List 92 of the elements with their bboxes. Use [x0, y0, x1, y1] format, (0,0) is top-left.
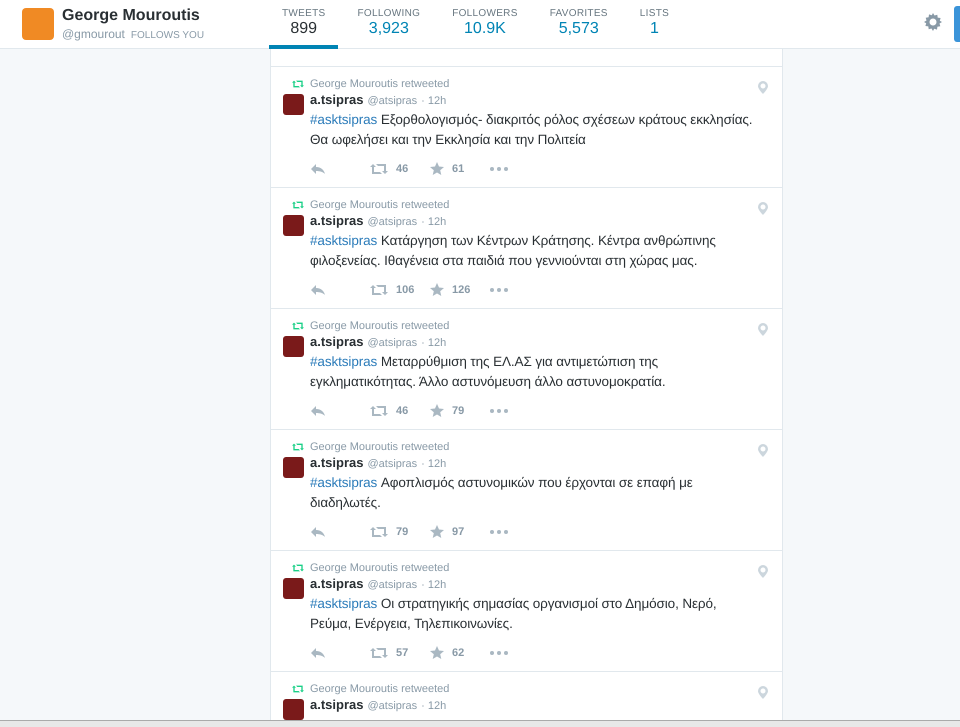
star-icon[interactable]: [430, 404, 444, 417]
hashtag-link[interactable]: #asktsipras: [310, 233, 378, 248]
tweet-time: · 12h: [421, 579, 446, 591]
stat-tab[interactable]: FOLLOWING 3,923: [344, 0, 434, 49]
hashtag-link[interactable]: #asktsipras: [310, 475, 378, 490]
tweet-text: #asktsipras Κατάργηση των Κέντρων Κράτησης. Κέντρα ανθρώπινης φιλοξενείας. Ιθαγένεια στα παιδιά που γεννιούνται στη χώρας μας.: [310, 232, 717, 270]
author-avatar[interactable]: [283, 457, 304, 478]
favorite-count: 62: [452, 646, 464, 658]
profile-handle: @gmourout: [62, 27, 125, 41]
retweet-icon[interactable]: [370, 162, 388, 174]
tweet-text: #asktsipras Μεταρρύθμιση της ΕΛ.ΑΣ για αντιμετώπιση της εγκληματικότητας. Άλλο αστυνόμευση άλλο αστυνομοκρατία.: [310, 353, 666, 391]
favorite-count: 79: [452, 404, 464, 416]
tweet-text: #asktsipras Εξορθολογισμός- διακριτός ρόλος σχέσεων κράτους εκκλησίας. Θα ωφελήσει και την Εκκλησία και την Πολιτεία: [310, 111, 754, 149]
hashtag-link[interactable]: #asktsipras: [310, 354, 378, 369]
avatar: [22, 8, 54, 40]
tweet-time: · 12h: [421, 337, 446, 349]
tweet-text: #asktsipras Αφοπλισμός αστυνομικών που έρχονται σε επαφή με διαδηλωτές.: [310, 474, 694, 512]
location-pin-icon[interactable]: [758, 81, 768, 94]
retweet-icon[interactable]: [370, 646, 388, 658]
retweet-count: 46: [396, 162, 408, 174]
retweet-context: George Mouroutis retweeted: [310, 78, 450, 90]
star-icon[interactable]: [430, 525, 444, 538]
author-avatar[interactable]: [283, 215, 304, 236]
reply-icon[interactable]: [310, 646, 326, 658]
location-pin-icon[interactable]: [758, 202, 768, 215]
retweet-count: 46: [396, 404, 408, 416]
tweet-time: · 12h: [421, 95, 446, 107]
retweet-context: George Mouroutis retweeted: [310, 199, 450, 211]
author-name[interactable]: a.tsipras: [310, 455, 364, 470]
stat-tab[interactable]: FOLLOWERS 10.9K: [439, 0, 531, 49]
author-handle: @atsipras: [367, 700, 418, 712]
star-icon[interactable]: [430, 283, 444, 296]
retweet-context: George Mouroutis retweeted: [310, 320, 450, 332]
author-handle: @atsipras: [367, 216, 418, 228]
retweet-count: 57: [396, 646, 408, 658]
author-avatar[interactable]: [283, 94, 304, 115]
author-avatar[interactable]: [283, 336, 304, 357]
star-icon[interactable]: [430, 646, 444, 659]
favorite-count: 61: [452, 162, 464, 174]
retweet-icon[interactable]: [292, 684, 304, 694]
author-handle: @atsipras: [367, 337, 418, 349]
reply-icon[interactable]: [310, 162, 326, 174]
hashtag-link[interactable]: #asktsipras: [310, 112, 378, 127]
retweet-context: George Mouroutis retweeted: [310, 683, 450, 695]
reply-icon[interactable]: [310, 404, 326, 416]
hashtag-link[interactable]: #asktsipras: [310, 596, 378, 611]
reply-icon[interactable]: [310, 284, 326, 296]
star-icon[interactable]: [430, 162, 444, 175]
author-handle: @atsipras: [367, 579, 418, 591]
edge-button[interactable]: [954, 6, 960, 42]
tweet-time: · 12h: [421, 458, 446, 470]
retweet-icon[interactable]: [292, 442, 304, 452]
more-icon[interactable]: [490, 288, 508, 292]
tweet-text: #asktsipras Οι στρατηγικής σημασίας οργανισμοί στο Δημόσιο, Νερό, Ρεύμα, Ενέργεια, Τηλεπικοινωνίες.: [310, 595, 718, 633]
more-icon[interactable]: [490, 530, 508, 534]
author-handle: @atsipras: [367, 458, 418, 470]
retweet-icon[interactable]: [370, 284, 388, 296]
location-pin-icon[interactable]: [758, 686, 768, 699]
retweet-icon[interactable]: [292, 563, 304, 573]
retweet-count: 79: [396, 526, 408, 538]
retweet-context: George Mouroutis retweeted: [310, 441, 450, 453]
author-name[interactable]: a.tsipras: [310, 92, 364, 107]
reply-icon[interactable]: [310, 526, 326, 538]
settings-icon[interactable]: [924, 13, 942, 31]
retweet-icon[interactable]: [292, 79, 304, 89]
retweet-count: 106: [396, 284, 414, 296]
favorite-count: 126: [452, 284, 470, 296]
retweet-icon[interactable]: [370, 404, 388, 416]
author-name[interactable]: a.tsipras: [310, 576, 364, 591]
more-icon[interactable]: [490, 408, 508, 412]
profile-name: George Mouroutis: [62, 7, 201, 25]
stat-tab[interactable]: FAVORITES 5,573: [536, 0, 621, 49]
author-name[interactable]: a.tsipras: [310, 213, 364, 228]
location-pin-icon[interactable]: [758, 323, 768, 336]
retweet-icon[interactable]: [370, 526, 388, 538]
more-icon[interactable]: [490, 166, 508, 170]
favorite-count: 97: [452, 526, 464, 538]
retweet-icon[interactable]: [292, 200, 304, 210]
location-pin-icon[interactable]: [758, 565, 768, 578]
author-handle: @atsipras: [367, 95, 418, 107]
tweet-time: · 12h: [421, 700, 446, 712]
author-avatar[interactable]: [283, 578, 304, 599]
author-avatar[interactable]: [283, 699, 304, 720]
retweet-icon[interactable]: [292, 321, 304, 331]
author-name[interactable]: a.tsipras: [310, 697, 364, 712]
author-name[interactable]: a.tsipras: [310, 334, 364, 349]
more-icon[interactable]: [490, 650, 508, 654]
follows-you-label: FOLLOWS YOU: [130, 30, 204, 41]
stat-tab[interactable]: LISTS 1: [626, 0, 682, 49]
location-pin-icon[interactable]: [758, 444, 768, 457]
tweet-time: · 12h: [421, 216, 446, 228]
retweet-context: George Mouroutis retweeted: [310, 562, 450, 574]
